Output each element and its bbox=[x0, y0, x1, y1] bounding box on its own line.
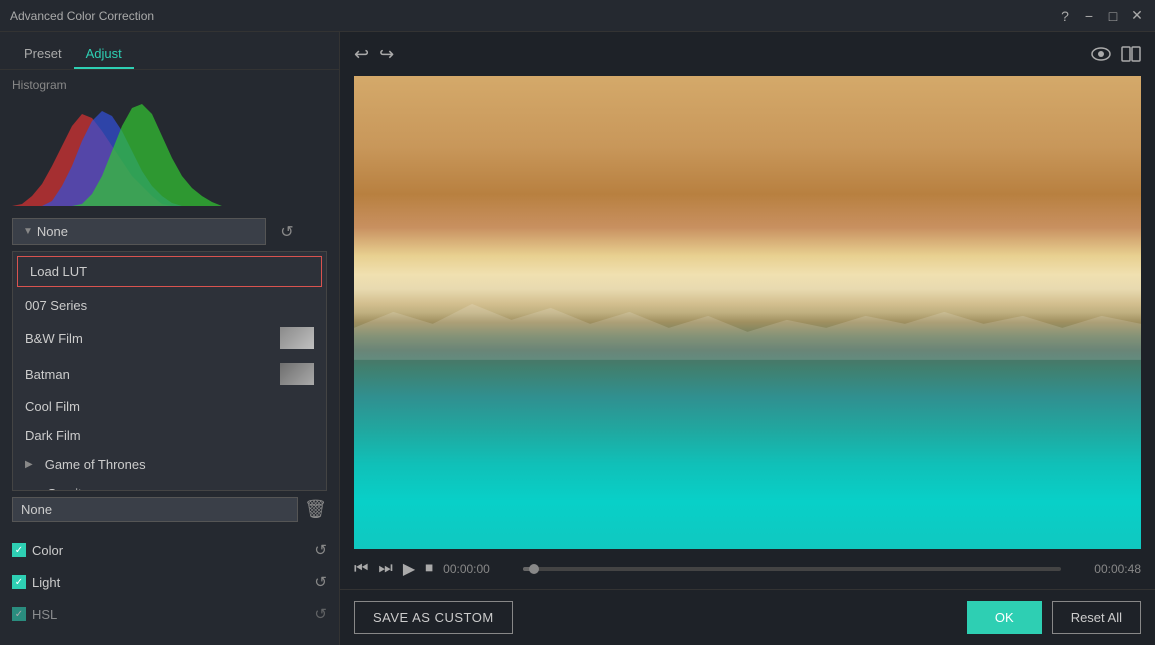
hsl-checkbox[interactable]: ✓ bbox=[12, 607, 26, 621]
current-time: 00:00:00 bbox=[443, 562, 513, 576]
toolbar-right bbox=[1091, 46, 1141, 62]
section-item-hsl[interactable]: ✓ HSL ↺ bbox=[0, 598, 339, 630]
video-toolbar: ↩ ↪ bbox=[340, 32, 1155, 76]
lut-select[interactable]: None bbox=[12, 497, 298, 522]
dropdown-item-batman[interactable]: Batman bbox=[13, 356, 326, 392]
compare-button[interactable] bbox=[1121, 46, 1141, 62]
load-lut-label: Load LUT bbox=[30, 264, 87, 279]
total-time: 00:00:48 bbox=[1071, 562, 1141, 576]
preset-reset-button[interactable]: ↺ bbox=[276, 221, 298, 243]
close-button[interactable]: ✕ bbox=[1129, 8, 1145, 24]
light-checkbox[interactable]: ✓ bbox=[12, 575, 26, 589]
color-checkbox[interactable]: ✓ bbox=[12, 543, 26, 557]
right-panel: ↩ ↪ bbox=[340, 32, 1155, 645]
tab-preset[interactable]: Preset bbox=[12, 40, 74, 69]
stop-button[interactable]: ⏹ bbox=[425, 560, 433, 578]
histogram-label: Histogram bbox=[12, 78, 327, 92]
dropdown-item-cool-film[interactable]: Cool Film bbox=[13, 392, 326, 421]
action-buttons: OK Reset All bbox=[967, 601, 1141, 634]
undo-button[interactable]: ↩ bbox=[354, 44, 369, 65]
dropdown-item-gravity[interactable]: ▼ Gravity bbox=[13, 479, 326, 491]
histogram-svg bbox=[12, 96, 292, 206]
preview-swatch-bw-film bbox=[280, 327, 314, 349]
dropdown-item-bw-film[interactable]: B&W Film bbox=[13, 320, 326, 356]
eye-button[interactable] bbox=[1091, 46, 1111, 62]
play-button[interactable]: ▶ bbox=[403, 559, 415, 579]
dropdown-item-dark-film[interactable]: Dark Film bbox=[13, 421, 326, 450]
redo-button[interactable]: ↪ bbox=[379, 44, 394, 65]
histogram-canvas bbox=[12, 96, 292, 206]
color-reset-button[interactable]: ↺ bbox=[314, 541, 327, 559]
left-panel: Preset Adjust Histogram bbox=[0, 32, 340, 645]
save-as-custom-button[interactable]: SAVE AS CUSTOM bbox=[354, 601, 513, 634]
progress-dot bbox=[529, 564, 539, 574]
item-label-007-series: 007 Series bbox=[25, 298, 87, 313]
light-label: Light bbox=[32, 575, 60, 590]
main-layout: Preset Adjust Histogram bbox=[0, 32, 1155, 645]
delete-lut-button[interactable]: 🗑 bbox=[304, 499, 327, 520]
progress-bar[interactable] bbox=[523, 567, 1061, 571]
maximize-button[interactable]: □ bbox=[1105, 8, 1121, 24]
preset-selected-value: None bbox=[37, 224, 68, 239]
toolbar-left: ↩ ↪ bbox=[354, 44, 394, 65]
hsl-reset-button[interactable]: ↺ bbox=[314, 605, 327, 623]
item-label-batman: Batman bbox=[25, 367, 70, 382]
dropdown-list[interactable]: Load LUT 007 Series B&W Film Batman Cool… bbox=[12, 251, 327, 491]
light-reset-button[interactable]: ↺ bbox=[314, 573, 327, 591]
ok-button[interactable]: OK bbox=[967, 601, 1042, 634]
window-title: Advanced Color Correction bbox=[10, 9, 154, 23]
preset-header-row: ▼ None ↺ bbox=[12, 218, 327, 245]
reset-all-button[interactable]: Reset All bbox=[1052, 601, 1141, 634]
tabs: Preset Adjust bbox=[0, 32, 339, 70]
item-label-game-of-thrones: Game of Thrones bbox=[45, 457, 146, 472]
preset-dropdown-area: ▼ None ↺ bbox=[0, 212, 339, 251]
lut-select-row: None 🗑 bbox=[0, 491, 339, 528]
item-label-cool-film: Cool Film bbox=[25, 399, 80, 414]
item-label-dark-film: Dark Film bbox=[25, 428, 81, 443]
section-item-color[interactable]: ✓ Color ↺ bbox=[0, 534, 339, 566]
step-back-button[interactable]: ⏭ bbox=[378, 560, 392, 578]
compare-icon bbox=[1121, 46, 1141, 62]
skip-back-button[interactable]: ⏮ bbox=[354, 560, 368, 578]
section-list: ✓ Color ↺ ✓ Light ↺ ✓ HSL ↺ bbox=[0, 528, 339, 645]
minimize-button[interactable]: − bbox=[1081, 8, 1097, 24]
preset-dropdown-button[interactable]: ▼ None bbox=[12, 218, 266, 245]
item-label-bw-film: B&W Film bbox=[25, 331, 83, 346]
video-controls: ⏮ ⏭ ▶ ⏹ 00:00:00 00:00:48 bbox=[340, 549, 1155, 589]
dropdown-item-007-series[interactable]: 007 Series bbox=[13, 291, 326, 320]
help-button[interactable]: ? bbox=[1057, 8, 1073, 24]
eye-icon bbox=[1091, 47, 1111, 61]
dropdown-item-game-of-thrones[interactable]: ▶ Game of Thrones bbox=[13, 450, 326, 479]
dropdown-item-load-lut[interactable]: Load LUT bbox=[17, 256, 322, 287]
preview-swatch-batman bbox=[280, 363, 314, 385]
title-bar-controls: ? − □ ✕ bbox=[1057, 8, 1145, 24]
title-bar: Advanced Color Correction ? − □ ✕ bbox=[0, 0, 1155, 32]
section-item-light[interactable]: ✓ Light ↺ bbox=[0, 566, 339, 598]
expand-icon: ▶ bbox=[25, 459, 33, 470]
bottom-bar: SAVE AS CUSTOM OK Reset All bbox=[340, 589, 1155, 645]
title-bar-left: Advanced Color Correction bbox=[10, 9, 154, 23]
hsl-label: HSL bbox=[32, 607, 57, 622]
histogram-section: Histogram bbox=[0, 70, 339, 212]
video-preview bbox=[354, 76, 1141, 549]
tab-adjust[interactable]: Adjust bbox=[74, 40, 134, 69]
color-label: Color bbox=[32, 543, 63, 558]
dropdown-arrow-icon: ▼ bbox=[23, 226, 33, 237]
